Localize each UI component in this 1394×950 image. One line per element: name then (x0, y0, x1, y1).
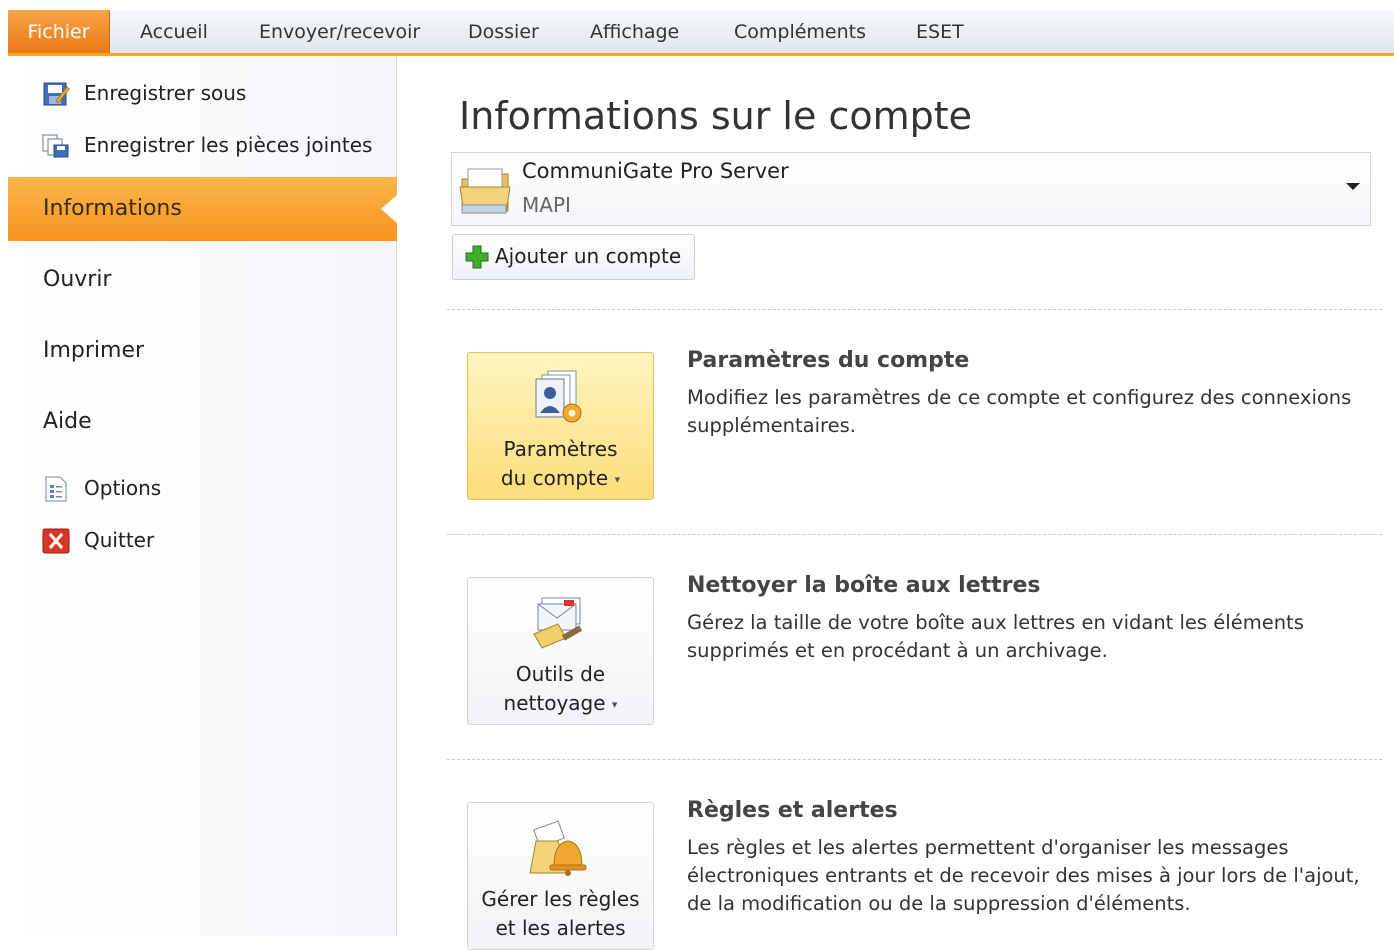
section-desc-rules-alerts: Les règles et les alertes permettent d'o… (687, 836, 1360, 915)
nav-item-aide[interactable]: Aide (8, 390, 397, 454)
exit-label: Quitter (84, 528, 155, 552)
divider (447, 309, 1382, 310)
section-desc-cleanup: Gérez la taille de votre boîte aux lettr… (687, 611, 1304, 662)
nav-item-informations[interactable]: Informations (8, 177, 397, 241)
save-attachments-label: Enregistrer les pièces jointes (84, 133, 373, 157)
rules-alerts-line1: Gérer les règles (481, 887, 640, 911)
options-label: Options (84, 476, 162, 500)
tab-fichier[interactable]: Fichier (8, 10, 110, 53)
account-settings-line1: Paramètres (503, 437, 618, 461)
rules-alerts-line2: et les alertes (495, 916, 626, 940)
section-title-cleanup: Nettoyer la boîte aux lettres (687, 573, 1041, 598)
nav-item-ouvrir[interactable]: Ouvrir (8, 248, 397, 312)
account-folder-icon (459, 168, 511, 214)
cleanup-tools-line1: Outils de (515, 662, 606, 686)
nav-item-imprimer[interactable]: Imprimer (8, 319, 397, 383)
save-attachments-icon (42, 134, 69, 158)
rules-alerts-button[interactable]: Gérer les règles et les alertes (467, 802, 654, 950)
cleanup-tools-line2: nettoyage ▾ (503, 691, 618, 715)
tab-eset[interactable]: ESET (916, 10, 964, 53)
add-account-button[interactable]: Ajouter un compte (452, 234, 695, 280)
divider (447, 759, 1382, 760)
divider (447, 534, 1382, 535)
tab-affichage[interactable]: Affichage (590, 10, 679, 53)
page-title: Informations sur le compte (459, 94, 972, 138)
account-settings-line2: du compte ▾ (500, 466, 621, 490)
options-icon (45, 476, 67, 502)
account-settings-icon (535, 370, 582, 423)
chevron-down-icon[interactable] (1346, 183, 1360, 190)
cleanup-tools-button[interactable]: Outils de nettoyage ▾ (467, 577, 654, 725)
tab-dossier[interactable]: Dossier (468, 10, 539, 53)
rules-alerts-icon (529, 820, 587, 876)
plus-icon (465, 245, 489, 269)
account-name: CommuniGate Pro Server (522, 159, 789, 183)
account-settings-button[interactable]: Paramètres du compte ▾ (467, 352, 654, 500)
cleanup-tools-icon (533, 597, 583, 649)
dropdown-arrow-icon: ▾ (611, 698, 618, 711)
save-as-icon (43, 82, 70, 106)
backstage-nav: Enregistrer sous Enregistrer les pièces … (8, 56, 397, 936)
section-title-rules-alerts: Règles et alertes (687, 798, 898, 823)
account-selector[interactable]: CommuniGate Pro Server MAPI (451, 152, 1371, 226)
account-info-panel: Informations sur le compte CommuniGate P… (397, 56, 1394, 950)
tab-envoyer-recevoir[interactable]: Envoyer/recevoir (259, 10, 420, 53)
section-desc-account-settings: Modifiez les paramètres de ce compte et … (687, 386, 1352, 437)
ribbon-tab-bar: Fichier Accueil Envoyer/recevoir Dossier… (8, 10, 1394, 56)
exit-icon (42, 528, 70, 554)
account-type: MAPI (522, 193, 571, 217)
add-account-label: Ajouter un compte (495, 244, 682, 268)
tab-complements[interactable]: Compléments (734, 10, 866, 53)
dropdown-arrow-icon: ▾ (614, 473, 621, 486)
save-as-label: Enregistrer sous (84, 81, 247, 105)
tab-accueil[interactable]: Accueil (140, 10, 208, 53)
section-title-account-settings: Paramètres du compte (687, 348, 970, 373)
